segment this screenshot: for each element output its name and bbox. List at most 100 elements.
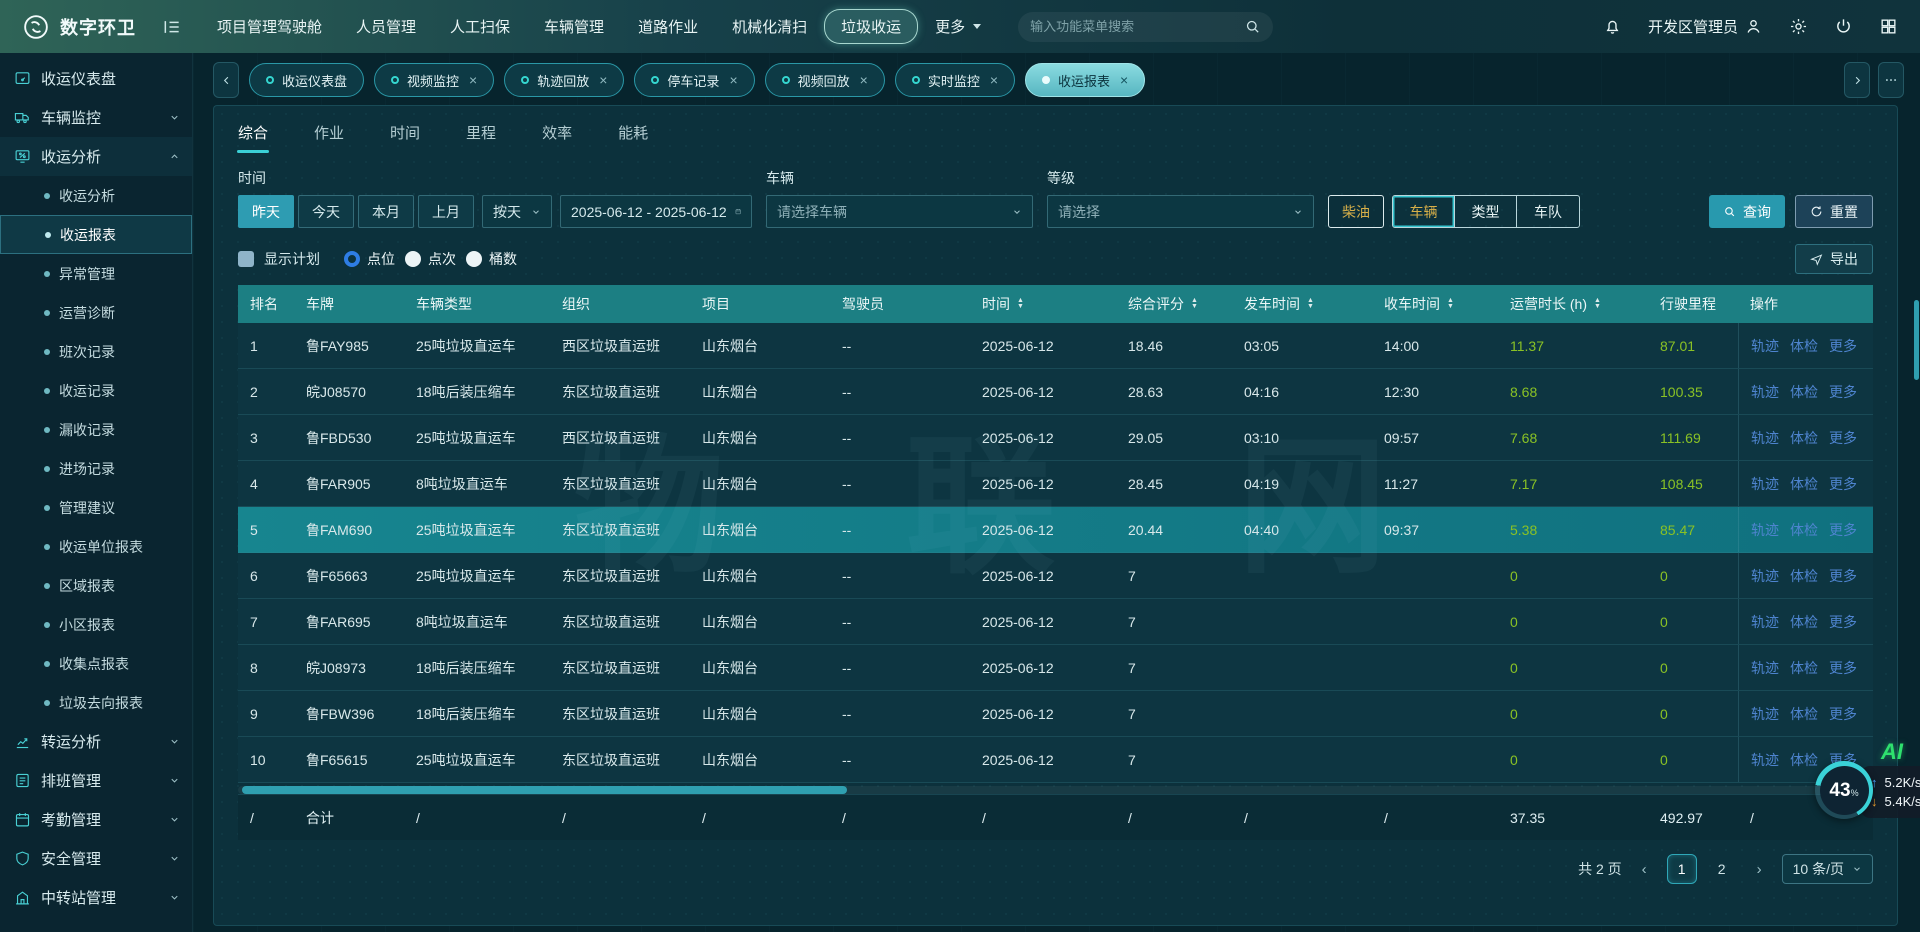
date-range-input[interactable]: 2025-06-12 - 2025-06-12 bbox=[560, 195, 752, 228]
row-action-more[interactable]: 更多 bbox=[1829, 336, 1857, 356]
row-action-inspect[interactable]: 体检 bbox=[1790, 704, 1818, 724]
tabs-more-button[interactable] bbox=[1878, 62, 1904, 98]
sort-icon[interactable]: ▲▼ bbox=[1307, 298, 1314, 310]
nav-item[interactable]: 项目管理驾驶舱 bbox=[200, 8, 339, 45]
row-action-inspect[interactable]: 体检 bbox=[1790, 474, 1818, 494]
sidebar-subitem[interactable]: 收运分析 bbox=[0, 176, 192, 215]
row-action-more[interactable]: 更多 bbox=[1829, 474, 1857, 494]
table-row[interactable]: 3鲁FBD53025吨垃圾直运车西区垃圾直运班山东烟台--2025-06-122… bbox=[238, 415, 1873, 461]
table-row[interactable]: 8皖J0897318吨后装压缩车东区垃圾直运班山东烟台--2025-06-127… bbox=[238, 645, 1873, 691]
row-action-inspect[interactable]: 体检 bbox=[1790, 566, 1818, 586]
row-action-track[interactable]: 轨迹 bbox=[1751, 520, 1779, 540]
close-icon[interactable]: × bbox=[599, 72, 607, 88]
table-row[interactable]: 4鲁FAR9058吨垃圾直运车东区垃圾直运班山东烟台--2025-06-1228… bbox=[238, 461, 1873, 507]
row-action-more[interactable]: 更多 bbox=[1829, 566, 1857, 586]
table-row[interactable]: 2皖J0857018吨后装压缩车东区垃圾直运班山东烟台--2025-06-122… bbox=[238, 369, 1873, 415]
ai-monitor-widget[interactable]: AI ↑5.2K/s ↓5.4K/s 43 % bbox=[1815, 753, 1920, 833]
sidebar-subitem[interactable]: 收运单位报表 bbox=[0, 527, 192, 566]
nav-item[interactable]: 垃圾收运 bbox=[824, 9, 918, 44]
row-action-inspect[interactable]: 体检 bbox=[1790, 382, 1818, 402]
open-tab[interactable]: 视频监控× bbox=[374, 63, 494, 97]
sidebar-subitem[interactable]: 进场记录 bbox=[0, 449, 192, 488]
export-button[interactable]: 导出 bbox=[1795, 244, 1873, 274]
sidebar-item[interactable]: 车辆监控 bbox=[0, 98, 192, 137]
table-header-cell[interactable]: 发车时间▲▼ bbox=[1232, 294, 1372, 314]
table-row[interactable]: 6鲁F6566325吨垃圾直运车东区垃圾直运班山东烟台--2025-06-127… bbox=[238, 553, 1873, 599]
tabs-scroll-right-button[interactable] bbox=[1844, 62, 1870, 98]
row-action-more[interactable]: 更多 bbox=[1829, 382, 1857, 402]
sidebar-subitem[interactable]: 运营诊断 bbox=[0, 293, 192, 332]
page-number[interactable]: 2 bbox=[1707, 854, 1737, 884]
row-action-inspect[interactable]: 体检 bbox=[1790, 750, 1818, 770]
report-subtab[interactable]: 效率 bbox=[542, 122, 572, 153]
sidebar-subitem[interactable]: 异常管理 bbox=[0, 254, 192, 293]
prev-page-button[interactable]: ‹ bbox=[1638, 861, 1651, 878]
sidebar-subitem[interactable]: 收运报表 bbox=[0, 215, 192, 254]
row-action-inspect[interactable]: 体检 bbox=[1790, 520, 1818, 540]
search-icon[interactable] bbox=[1244, 18, 1261, 35]
open-tab[interactable]: 视频回放× bbox=[765, 63, 885, 97]
vehicle-select[interactable]: 请选择车辆 bbox=[766, 195, 1033, 228]
row-action-track[interactable]: 轨迹 bbox=[1751, 336, 1779, 356]
sidebar-subitem[interactable]: 小区报表 bbox=[0, 605, 192, 644]
open-tab[interactable]: 收运报表× bbox=[1025, 63, 1145, 97]
sidebar-subitem[interactable]: 收运记录 bbox=[0, 371, 192, 410]
row-action-more[interactable]: 更多 bbox=[1829, 704, 1857, 724]
page-size-select[interactable]: 10 条/页 bbox=[1782, 854, 1873, 884]
row-action-track[interactable]: 轨迹 bbox=[1751, 428, 1779, 448]
table-row[interactable]: 10鲁F6561525吨垃圾直运车东区垃圾直运班山东烟台--2025-06-12… bbox=[238, 737, 1873, 783]
vertical-scrollbar-thumb[interactable] bbox=[1914, 300, 1919, 380]
sidebar-item[interactable]: 考勤管理 bbox=[0, 800, 192, 839]
dimension-tag-button[interactable]: 车队 bbox=[1517, 196, 1579, 227]
row-action-track[interactable]: 轨迹 bbox=[1751, 704, 1779, 724]
nav-item[interactable]: 人员管理 bbox=[339, 8, 433, 45]
notification-bell-icon[interactable] bbox=[1603, 17, 1622, 36]
sort-icon[interactable]: ▲▼ bbox=[1017, 298, 1024, 310]
page-number[interactable]: 1 bbox=[1667, 854, 1697, 884]
sidebar-item[interactable]: 收运仪表盘 bbox=[0, 59, 192, 98]
open-tab[interactable]: 停车记录× bbox=[634, 63, 754, 97]
reset-button[interactable]: 重置 bbox=[1795, 195, 1873, 228]
power-icon[interactable] bbox=[1834, 17, 1853, 36]
sidebar-subitem[interactable]: 区域报表 bbox=[0, 566, 192, 605]
metric-radio[interactable]: 桶数 bbox=[466, 249, 517, 269]
fuel-tag-button[interactable]: 柴油 bbox=[1328, 195, 1384, 228]
table-header-cell[interactable]: 综合评分▲▼ bbox=[1116, 294, 1232, 314]
apps-grid-icon[interactable] bbox=[1879, 17, 1898, 36]
sidebar-item[interactable]: 收运分析 bbox=[0, 137, 192, 176]
sidebar-subitem[interactable]: 收集点报表 bbox=[0, 644, 192, 683]
ai-percent-gauge[interactable]: 43 % bbox=[1815, 761, 1873, 819]
collapse-menu-icon[interactable] bbox=[162, 17, 182, 37]
table-header-cell[interactable]: 收车时间▲▼ bbox=[1372, 294, 1498, 314]
row-action-track[interactable]: 轨迹 bbox=[1751, 566, 1779, 586]
sort-icon[interactable]: ▲▼ bbox=[1191, 298, 1198, 310]
table-header-cell[interactable]: 运营时长 (h)▲▼ bbox=[1498, 294, 1648, 314]
nav-item[interactable]: 更多 bbox=[918, 8, 998, 45]
open-tab[interactable]: 轨迹回放× bbox=[504, 63, 624, 97]
quick-range-button[interactable]: 本月 bbox=[358, 195, 414, 228]
row-action-track[interactable]: 轨迹 bbox=[1751, 750, 1779, 770]
sidebar-item[interactable]: 中转站管理 bbox=[0, 878, 192, 917]
sort-icon[interactable]: ▲▼ bbox=[1594, 298, 1601, 310]
table-header-cell[interactable]: 时间▲▼ bbox=[970, 294, 1116, 314]
metric-radio[interactable]: 点位 bbox=[344, 249, 395, 269]
nav-item[interactable]: 人工扫保 bbox=[433, 8, 527, 45]
sidebar-item[interactable]: 安全管理 bbox=[0, 839, 192, 878]
row-action-inspect[interactable]: 体检 bbox=[1790, 612, 1818, 632]
table-row[interactable]: 5鲁FAM69025吨垃圾直运车东区垃圾直运班山东烟台--2025-06-122… bbox=[238, 507, 1873, 553]
open-tab[interactable]: 收运仪表盘 bbox=[249, 63, 364, 97]
sidebar-subitem[interactable]: 垃圾去向报表 bbox=[0, 683, 192, 722]
search-input[interactable] bbox=[1030, 19, 1244, 34]
report-subtab[interactable]: 综合 bbox=[238, 122, 268, 153]
nav-item[interactable]: 道路作业 bbox=[621, 8, 715, 45]
row-action-more[interactable]: 更多 bbox=[1829, 428, 1857, 448]
level-select[interactable]: 请选择 bbox=[1047, 195, 1314, 228]
next-page-button[interactable]: › bbox=[1753, 861, 1766, 878]
close-icon[interactable]: × bbox=[1120, 72, 1128, 88]
query-button[interactable]: 查询 bbox=[1709, 195, 1785, 228]
report-subtab[interactable]: 里程 bbox=[466, 122, 496, 153]
close-icon[interactable]: × bbox=[729, 72, 737, 88]
close-icon[interactable]: × bbox=[469, 72, 477, 88]
row-action-track[interactable]: 轨迹 bbox=[1751, 474, 1779, 494]
row-action-more[interactable]: 更多 bbox=[1829, 658, 1857, 678]
